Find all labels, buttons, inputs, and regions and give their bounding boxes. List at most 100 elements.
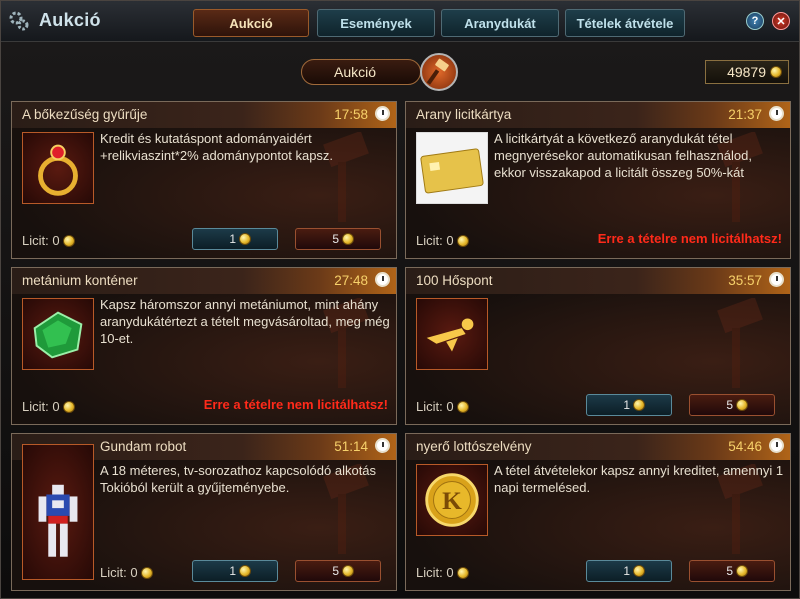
item-image (416, 298, 488, 370)
hero-flying-icon (426, 318, 474, 352)
bid-value: 1 (229, 232, 236, 246)
coin-icon (633, 565, 645, 577)
licit-label: Licit: 0 (416, 233, 454, 248)
gundam-robot-icon (38, 484, 78, 557)
section-label: Aukció (301, 59, 421, 85)
clock-icon (375, 438, 390, 453)
item-image: K (416, 464, 488, 536)
bid-value: 1 (623, 564, 630, 578)
gold-amount: 49879 (727, 64, 766, 80)
bid-value: 5 (332, 232, 339, 246)
item-title: Arany licitkártya (416, 107, 512, 122)
item-timer: 27:48 (334, 273, 368, 288)
bid-5-button[interactable]: 5 (689, 560, 775, 582)
licit-status: Licit: 0 (22, 399, 75, 414)
bid-value: 5 (332, 564, 339, 578)
bid-1-button[interactable]: 1 (192, 560, 278, 582)
coin-icon (140, 566, 153, 579)
coin-icon (456, 234, 469, 247)
gold-balance: 49879 (705, 60, 789, 84)
green-crystal-icon (33, 311, 83, 359)
hammer-button[interactable] (420, 53, 458, 91)
svg-text:K: K (442, 487, 462, 515)
gear-icon (9, 11, 29, 31)
auction-item-card: A bőkezűség gyűrűje 17:58 Kredit és kuta… (11, 101, 397, 259)
licit-status: Licit: 0 (416, 399, 469, 414)
auction-item-card: Gundam robot 51:14 A 18 méteres, tv-soro… (11, 433, 397, 591)
bid-5-button[interactable]: 5 (295, 560, 381, 582)
item-timer: 21:37 (728, 107, 762, 122)
item-timer: 51:14 (334, 439, 368, 454)
auction-item-card: nyerő lottószelvény 54:46 K A tétel átvé… (405, 433, 791, 591)
tab-tetelek-atvetele[interactable]: Tételek átvétele (565, 9, 685, 37)
item-description: A tétel átvételekor kapsz annyi kreditet… (494, 463, 784, 495)
item-timer: 54:46 (728, 439, 762, 454)
licit-label: Licit: 0 (22, 233, 60, 248)
close-icon[interactable]: ✕ (772, 12, 790, 30)
coin-icon (456, 566, 469, 579)
window-title: Aukció (39, 10, 101, 30)
title-bar: Aukció Aukció Események Aranydukát Tétel… (1, 1, 799, 42)
coin-icon (633, 399, 645, 411)
licit-status: Licit: 0 (22, 233, 75, 248)
k-coin-icon: K (425, 473, 479, 527)
item-image (22, 298, 94, 370)
gavel-watermark-icon (717, 298, 763, 388)
bid-1-button[interactable]: 1 (586, 394, 672, 416)
bid-1-button[interactable]: 1 (192, 228, 278, 250)
coin-icon (736, 565, 748, 577)
licit-label: Licit: 0 (416, 399, 454, 414)
licit-status: Licit: 0 (416, 233, 469, 248)
coin-icon (342, 233, 354, 245)
licit-status: Licit: 0 (100, 565, 153, 580)
clock-icon (769, 106, 784, 121)
item-title: nyerő lottószelvény (416, 439, 532, 454)
bid-5-button[interactable]: 5 (295, 228, 381, 250)
gold-ring-icon (38, 144, 78, 196)
coin-icon (62, 400, 75, 413)
item-title: Gundam robot (100, 439, 187, 454)
coin-icon (342, 565, 354, 577)
tab-esemenyek[interactable]: Események (317, 9, 435, 37)
bid-value: 1 (623, 398, 630, 412)
card-header: 100 Hőspont 35:57 (406, 268, 790, 294)
licit-status: Licit: 0 (416, 565, 469, 580)
bid-value: 5 (726, 398, 733, 412)
item-image (22, 444, 94, 580)
licit-label: Licit: 0 (100, 565, 138, 580)
item-timer: 35:57 (728, 273, 762, 288)
coin-icon (239, 565, 251, 577)
coin-icon (456, 400, 469, 413)
item-image (22, 132, 94, 204)
bid-warning: Erre a tételre nem licitálhatsz! (203, 397, 388, 412)
licit-label: Licit: 0 (416, 565, 454, 580)
coin-icon (239, 233, 251, 245)
bid-warning: Erre a tételre nem licitálhatsz! (597, 231, 782, 246)
tab-aukcio[interactable]: Aukció (193, 9, 309, 37)
item-description: A licitkártyát a következő aranydukát té… (494, 131, 752, 180)
item-title: metánium konténer (22, 273, 138, 288)
card-header: nyerő lottószelvény 54:46 (406, 434, 790, 460)
coin-icon (736, 399, 748, 411)
clock-icon (375, 272, 390, 287)
licit-label: Licit: 0 (22, 399, 60, 414)
card-header: Arany licitkártya 21:37 (406, 102, 790, 128)
auction-item-card: metánium konténer 27:48 Kapsz háromszor … (11, 267, 397, 425)
clock-icon (769, 272, 784, 287)
item-title: 100 Hőspont (416, 273, 493, 288)
bid-5-button[interactable]: 5 (689, 394, 775, 416)
card-header: A bőkezűség gyűrűje 17:58 (12, 102, 396, 128)
auction-window: Aukció Aukció Események Aranydukát Tétel… (0, 0, 800, 599)
coin-icon (62, 234, 75, 247)
clock-icon (769, 438, 784, 453)
item-description: A 18 méteres, tv-sorozathoz kapcsolódó a… (100, 463, 377, 495)
gold-card-icon (420, 148, 484, 194)
help-icon[interactable]: ? (746, 12, 764, 30)
auction-item-card: Arany licitkártya 21:37 A licitkártyát a… (405, 101, 791, 259)
bid-1-button[interactable]: 1 (586, 560, 672, 582)
bid-value: 1 (229, 564, 236, 578)
item-description: Kapsz háromszor annyi metániumot, mint a… (100, 297, 390, 346)
tab-aranydukat[interactable]: Aranydukát (441, 9, 559, 37)
card-header: metánium konténer 27:48 (12, 268, 396, 294)
hammer-icon (426, 58, 449, 85)
